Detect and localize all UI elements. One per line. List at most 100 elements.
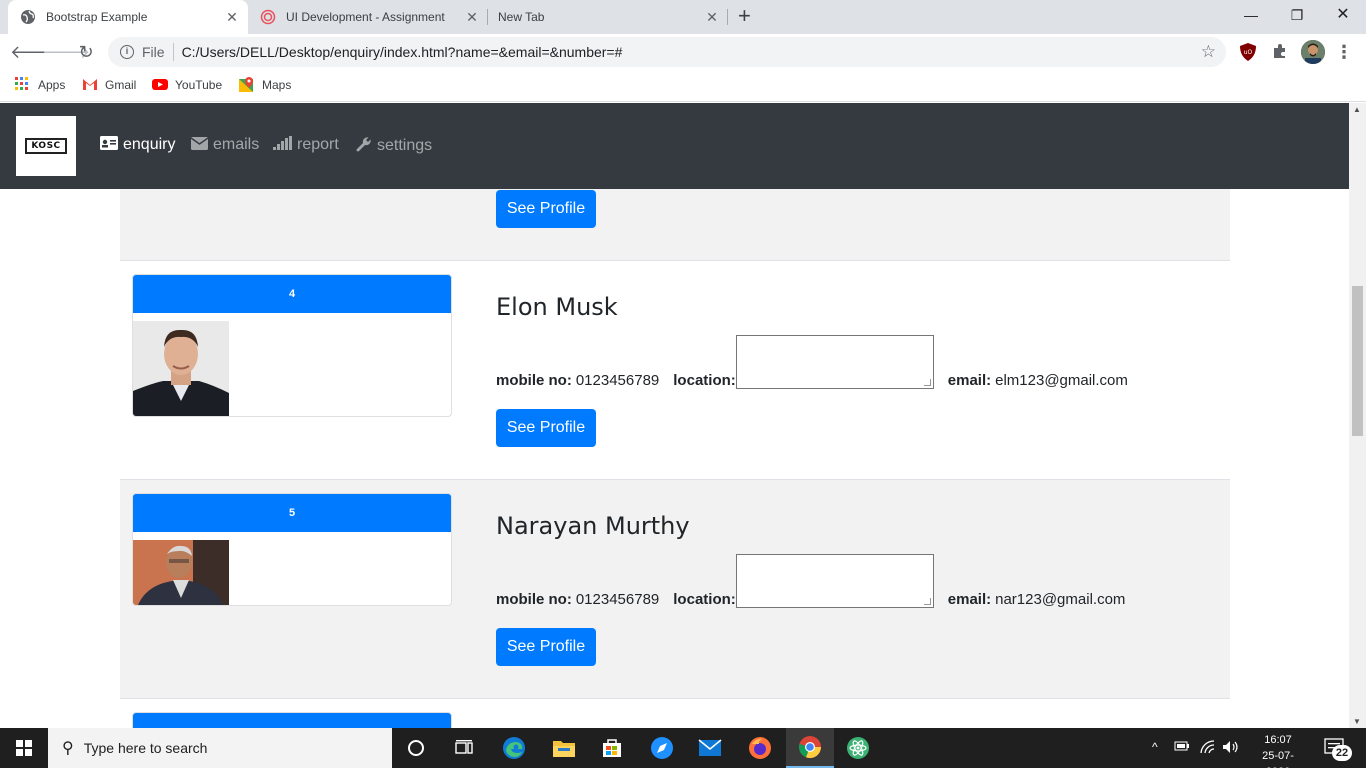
location-label: location:: [673, 372, 736, 389]
restore-button[interactable]: ❐: [1274, 4, 1320, 26]
location-textarea[interactable]: [735, 335, 934, 389]
tab-strip: Bootstrap Example ✕ UI Development - Ass…: [0, 0, 1366, 34]
email-value: elm123@gmail.com: [995, 372, 1128, 389]
windows-logo-icon: [16, 740, 32, 756]
file-explorer-icon[interactable]: [540, 728, 588, 768]
taskbar-search[interactable]: ⚲ Type here to search: [48, 728, 392, 768]
nav-report[interactable]: report: [273, 136, 339, 154]
card-index: 5: [133, 494, 451, 532]
compass-app-icon[interactable]: [638, 728, 686, 768]
notification-center-button[interactable]: 22: [1318, 736, 1352, 761]
scrollbar-thumb[interactable]: [1352, 286, 1363, 436]
see-profile-button[interactable]: See Profile: [496, 190, 596, 228]
forward-button[interactable]: 🡒: [42, 40, 90, 64]
bookmark-star-icon[interactable]: ☆: [1201, 42, 1216, 62]
profile-avatar[interactable]: [1301, 40, 1325, 64]
mobile-label: mobile no:: [496, 372, 572, 389]
wifi-icon[interactable]: [1200, 740, 1216, 757]
spiral-icon: [260, 9, 276, 25]
atom-icon[interactable]: [834, 728, 882, 768]
gmail-icon: [82, 77, 98, 93]
brand-logo[interactable]: KOSC: [16, 116, 76, 176]
card-index: 4: [133, 275, 451, 313]
bookmark-label: YouTube: [175, 78, 223, 92]
address-divider: [172, 43, 174, 61]
nav-label: settings: [377, 137, 433, 154]
person-name: Narayan Murthy: [496, 512, 690, 540]
mobile-label: mobile no:: [496, 591, 572, 608]
email-value: nar123@gmail.com: [995, 591, 1126, 608]
browser-toolbar: 🡐 🡒 ↻ i File C:/Users/DELL/Desktop/enqui…: [0, 34, 1366, 70]
bookmark-label: Maps: [262, 78, 292, 92]
see-profile-button[interactable]: See Profile: [496, 409, 596, 447]
minimize-button[interactable]: —: [1228, 4, 1274, 26]
tab-new-tab[interactable]: New Tab ✕: [488, 0, 728, 34]
back-button[interactable]: 🡐: [10, 40, 58, 64]
scroll-up-arrow[interactable]: ▲: [1353, 105, 1361, 114]
chrome-menu-icon[interactable]: ⋮: [1332, 40, 1356, 64]
svg-text:uO: uO: [1244, 49, 1253, 56]
list-item: 4 Elon Musk mobile no: 0123456789 locati…: [120, 261, 1230, 480]
profile-card: [132, 712, 452, 728]
see-profile-button[interactable]: See Profile: [496, 628, 596, 666]
cortana-icon[interactable]: [392, 728, 440, 768]
address-bar[interactable]: i File C:/Users/DELL/Desktop/enquiry/ind…: [108, 37, 1226, 67]
apps-grid-icon: [15, 77, 31, 93]
close-tab-icon[interactable]: ✕: [464, 9, 480, 26]
email-label: email:: [947, 372, 992, 389]
nav-settings[interactable]: settings: [356, 136, 432, 156]
page-viewport: KOSC enquiry emails report settings See …: [0, 103, 1366, 728]
task-view-icon[interactable]: [440, 728, 488, 768]
clock-date: 25-07-2020: [1262, 750, 1294, 768]
nav-label: enquiry: [123, 136, 176, 153]
bookmark-youtube[interactable]: YouTube: [152, 77, 222, 93]
firefox-icon[interactable]: [736, 728, 784, 768]
tab-title: Bootstrap Example: [46, 10, 148, 24]
battery-icon[interactable]: [1174, 740, 1190, 755]
youtube-icon: [152, 77, 168, 93]
scroll-down-arrow[interactable]: ▼: [1353, 717, 1361, 726]
mobile-value: 0123456789: [575, 591, 660, 608]
volume-icon[interactable]: [1222, 740, 1240, 757]
location-textarea[interactable]: [735, 554, 934, 608]
start-button[interactable]: [0, 728, 48, 768]
info-icon[interactable]: i: [120, 45, 134, 59]
store-icon[interactable]: [588, 728, 636, 768]
edge-icon[interactable]: [490, 728, 538, 768]
notification-count: 22: [1332, 745, 1352, 761]
profile-photo: [133, 321, 229, 416]
tray-chevron-icon[interactable]: ^: [1152, 740, 1158, 754]
tab-ui-development[interactable]: UI Development - Assignment ✕: [248, 0, 488, 34]
bookmark-label: Gmail: [105, 78, 137, 92]
extensions-puzzle-icon[interactable]: [1271, 42, 1291, 62]
bookmark-gmail[interactable]: Gmail: [82, 77, 136, 93]
system-clock[interactable]: 16:07 25-07-2020: [1250, 732, 1306, 768]
close-tab-icon[interactable]: ✕: [704, 9, 720, 26]
new-tab-button[interactable]: +: [738, 5, 751, 27]
globe-icon: [20, 9, 36, 25]
site-navbar: KOSC enquiry emails report settings: [0, 103, 1349, 189]
tab-bootstrap-example[interactable]: Bootstrap Example ✕: [8, 0, 248, 34]
contact-details: mobile no: 0123456789 location: email: e…: [496, 333, 1128, 389]
nav-enquiry[interactable]: enquiry: [100, 136, 175, 154]
close-window-button[interactable]: ✕: [1320, 4, 1366, 26]
bookmark-maps[interactable]: Maps: [239, 77, 291, 93]
mobile-value: 0123456789: [575, 372, 660, 389]
mail-icon[interactable]: [686, 728, 734, 768]
profile-card: 4: [132, 274, 452, 417]
reload-button[interactable]: ↻: [74, 40, 98, 64]
close-tab-icon[interactable]: ✕: [224, 9, 240, 26]
chrome-taskbar-icon[interactable]: [786, 728, 834, 768]
bookmark-label: Apps: [38, 78, 66, 92]
search-placeholder: Type here to search: [83, 740, 208, 756]
profile-photo: [133, 540, 229, 605]
clock-time: 16:07: [1264, 734, 1292, 746]
nav-emails[interactable]: emails: [190, 136, 260, 154]
page-scrollbar[interactable]: ▲ ▼: [1349, 103, 1366, 728]
nav-label: emails: [213, 136, 260, 153]
card-header: [133, 713, 451, 728]
bookmark-apps[interactable]: Apps: [15, 77, 65, 93]
file-label: File: [142, 44, 165, 60]
person-name: Elon Musk: [496, 293, 618, 321]
ublock-icon[interactable]: uO: [1239, 42, 1259, 62]
